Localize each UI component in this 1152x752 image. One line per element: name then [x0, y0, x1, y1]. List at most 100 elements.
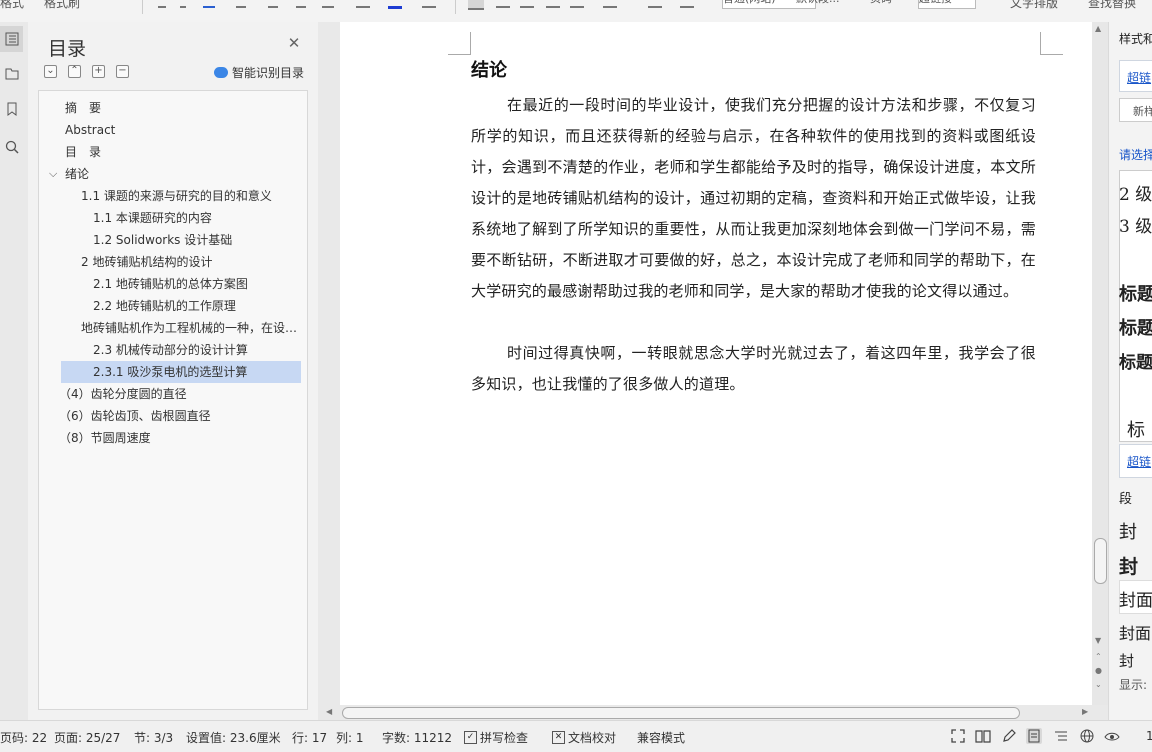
search-view-button[interactable] [0, 134, 23, 160]
add-heading-icon[interactable]: + [92, 65, 105, 78]
style-gallery-hyperlink[interactable]: 超链接 [918, 0, 976, 9]
body-paragraph[interactable]: 时间过得真快啊，一转眼就思念大学时光就过去了，着这四年里，我学会了很多知识，也让… [471, 338, 1036, 400]
style-item-hyperlink[interactable]: 超链 [1119, 60, 1152, 92]
edit-mode-icon[interactable] [1001, 728, 1017, 744]
toc-item[interactable]: 1.1 本课题研究的内容 [39, 207, 301, 229]
style-gallery-page-number[interactable]: 页码 [870, 0, 910, 8]
toc-item[interactable]: 目 录 [39, 141, 301, 163]
select-browse-object-icon[interactable]: ● [1095, 666, 1102, 675]
page-view-icon[interactable] [1026, 728, 1042, 744]
toolbar-fragment-format-painter[interactable]: 格式刷 [44, 0, 80, 11]
bookmark-view-button[interactable] [0, 96, 23, 122]
toc-item[interactable]: 2.1 地砖铺贴机的总体方案图 [39, 273, 301, 295]
toc-item[interactable]: 摘 要 [39, 97, 301, 119]
style-item-cover[interactable]: 封 [1119, 552, 1138, 579]
scroll-up-arrow-icon[interactable]: ▲ [1095, 24, 1101, 33]
highlight-icon[interactable] [356, 0, 370, 8]
spell-check-button[interactable]: ✓ 拼写检查 [464, 729, 528, 746]
toc-item[interactable]: 地砖铺贴机作为工程机械的一种，在设计时... [39, 317, 301, 339]
eye-protection-icon[interactable] [1104, 728, 1120, 744]
style-item-cover[interactable]: 封 [1119, 518, 1137, 544]
style-item-cover[interactable]: 封 [1119, 650, 1134, 671]
style-item-paragraph[interactable]: 段 [1119, 488, 1132, 507]
toolbar-fragment-format[interactable]: 格式 [0, 0, 24, 11]
toc-view-button[interactable] [0, 26, 23, 52]
smart-toc-button[interactable]: 智能识别目录 [214, 64, 304, 81]
toc-item[interactable]: ⌵ 绪论 [39, 163, 301, 185]
toc-item[interactable]: 1.2 Solidworks 设计基础 [39, 229, 301, 251]
toc-item[interactable]: （6）齿轮齿顶、齿根圆直径 [39, 405, 301, 427]
scrollbar-thumb[interactable] [342, 707, 1020, 719]
clear-format-icon[interactable] [322, 0, 334, 8]
distributed-icon[interactable] [570, 0, 584, 8]
toc-item[interactable]: 2.3 机械传动部分的设计计算 [39, 339, 301, 361]
style-item-cover[interactable]: 封面 [1119, 586, 1152, 611]
status-section[interactable]: 节: 3/3 [134, 729, 173, 746]
superscript-icon[interactable] [296, 0, 306, 8]
style-item-mark[interactable]: 标 [1127, 416, 1145, 442]
zoom-level[interactable]: 1 [1146, 729, 1152, 743]
panel-splitter[interactable] [318, 22, 340, 720]
fullscreen-icon[interactable] [950, 728, 966, 744]
status-word-count[interactable]: 字数: 11212 [382, 729, 452, 746]
next-page-icon[interactable]: ⌄ [1095, 680, 1102, 689]
border-icon[interactable] [680, 0, 694, 8]
section-heading[interactable]: 结论 [471, 56, 507, 82]
status-row[interactable]: 行: 17 [292, 729, 327, 746]
find-replace-button[interactable]: 查找替换 [1088, 0, 1136, 11]
char-border-icon[interactable] [422, 0, 436, 8]
toc-item[interactable]: （4）齿轮分度圆的直径 [39, 383, 301, 405]
align-center-icon[interactable] [496, 0, 510, 8]
style-item-cover[interactable]: 封面 [1119, 620, 1151, 644]
document-vertical-scrollbar[interactable]: ▲ ▼ ⌃ ● ⌄ [1092, 22, 1108, 705]
style-item-hyperlink-2[interactable]: 超链 [1119, 444, 1152, 478]
status-setting-value[interactable]: 设置值: 23.6厘米 [186, 729, 281, 746]
style-item-heading[interactable]: 标题 [1119, 348, 1152, 373]
align-right-icon[interactable] [520, 0, 534, 8]
body-paragraph[interactable]: 在最近的一段时间的毕业设计，使我们充分把握的设计方法和步骤，不仅复习所学的知识，… [471, 90, 1036, 307]
shading-icon[interactable] [648, 0, 662, 8]
toc-item[interactable]: 2.2 地砖铺贴机的工作原理 [39, 295, 301, 317]
scrollbar-thumb[interactable] [1094, 538, 1107, 584]
status-page-code[interactable]: 页码: 22 [0, 729, 47, 746]
document-horizontal-scrollbar[interactable]: ◀ ▶ [322, 705, 1108, 720]
text-layout-button[interactable]: 文字排版 [1010, 0, 1058, 11]
document-page[interactable]: 结论 在最近的一段时间的毕业设计，使我们充分把握的设计方法和步骤，不仅复习所学的… [340, 22, 1092, 705]
scroll-left-arrow-icon[interactable]: ◀ [326, 707, 332, 716]
scroll-down-arrow-icon[interactable]: ▼ [1095, 636, 1101, 645]
toc-item[interactable]: 2 地砖铺贴机结构的设计 [39, 251, 301, 273]
font-color-icon[interactable] [388, 0, 402, 9]
chevron-down-icon[interactable]: ⌵ [49, 163, 57, 185]
style-item-heading[interactable]: 标题 [1119, 280, 1152, 306]
line-spacing-icon[interactable] [603, 0, 617, 8]
italic-icon[interactable] [180, 0, 186, 8]
align-left-icon[interactable] [468, 0, 484, 10]
style-gallery-default-para[interactable]: 默认段... [796, 0, 856, 8]
new-style-button[interactable]: 新样 [1119, 98, 1152, 122]
reading-mode-icon[interactable] [975, 728, 991, 744]
toc-item[interactable]: 1.1 课题的来源与研究的目的和意义 [39, 185, 301, 207]
toc-item[interactable]: Abstract [39, 119, 301, 141]
web-view-icon[interactable] [1079, 728, 1095, 744]
doc-proof-button[interactable]: ✕ 文档校对 [552, 729, 616, 746]
style-item-level-2[interactable]: 2 级 [1119, 180, 1152, 205]
justify-icon[interactable] [546, 0, 560, 8]
chapter-view-button[interactable] [0, 60, 23, 86]
scroll-right-arrow-icon[interactable]: ▶ [1082, 707, 1088, 716]
remove-heading-icon[interactable]: − [116, 65, 129, 78]
strikethrough-icon[interactable] [236, 0, 246, 8]
style-item-level-3[interactable]: 3 级 [1119, 212, 1152, 237]
subscript-icon[interactable] [268, 0, 278, 8]
close-icon[interactable]: ✕ [286, 34, 302, 52]
collapse-all-icon[interactable]: ⌃ [68, 65, 81, 78]
previous-page-icon[interactable]: ⌃ [1095, 652, 1102, 661]
underline-icon[interactable] [203, 0, 215, 8]
outline-view-icon[interactable] [1053, 728, 1069, 744]
style-item-heading[interactable]: 标题 [1119, 314, 1152, 340]
bold-icon[interactable] [158, 0, 166, 8]
expand-all-icon[interactable]: ⌄ [44, 65, 57, 78]
toc-item[interactable]: （8）节圆周速度 [39, 427, 301, 449]
status-page[interactable]: 页面: 25/27 [54, 729, 120, 746]
toc-item[interactable]: 2.3.1 吸沙泵电机的选型计算 [61, 361, 301, 383]
status-column[interactable]: 列: 1 [336, 729, 364, 746]
